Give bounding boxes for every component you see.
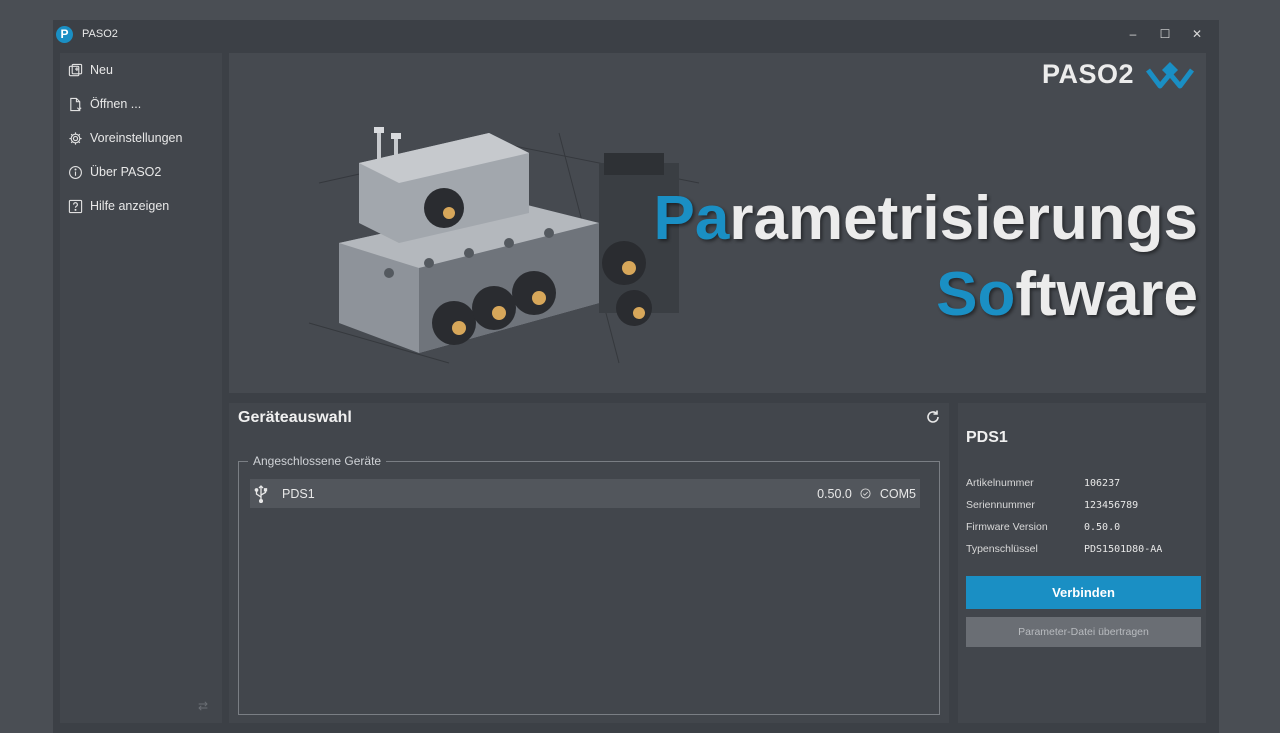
property-row: Seriennummer 123456789 — [966, 494, 1196, 516]
maximize-button[interactable]: ☐ — [1149, 20, 1181, 48]
sidebar-item-neu[interactable]: Neu — [60, 53, 222, 87]
brand-name: PASO2 — [1041, 59, 1134, 89]
brand-logo-icon — [1146, 61, 1194, 88]
device-detail-panel: PDS1 Artikelnummer 106237 Seriennummer 1… — [958, 403, 1206, 723]
property-value: 123456789 — [1084, 499, 1139, 511]
sidebar-item-voreinstellungen[interactable]: Voreinstellungen — [60, 121, 222, 155]
headline-rest-1: rametrisierungs — [729, 184, 1198, 253]
refresh-icon[interactable] — [925, 409, 941, 425]
window-controls: – ☐ ✕ — [1117, 20, 1213, 48]
toggle-sidebar-icon[interactable]: ⇄ — [198, 699, 208, 713]
headline-line-2: Software — [654, 257, 1198, 333]
group-label: Angeschlossene Geräte — [248, 454, 387, 468]
property-value: 106237 — [1084, 477, 1121, 489]
hero-banner: PASO2 Parametrisierungs Software — [229, 53, 1206, 393]
device-selection-panel: Geräteauswahl Angeschlossene Geräte PDS1… — [229, 403, 949, 723]
property-value: PDS1501D80-AA — [1084, 543, 1163, 555]
sidebar-item-hilfe[interactable]: Hilfe anzeigen — [60, 189, 222, 223]
new-file-icon — [68, 63, 83, 76]
property-row: Firmware Version 0.50.0 — [966, 516, 1196, 538]
sidebar-item-label: Neu — [90, 63, 113, 77]
property-row: Typenschlüssel PDS1501D80-AA — [966, 538, 1196, 560]
close-button[interactable]: ✕ — [1181, 20, 1213, 48]
connect-button[interactable]: Verbinden — [966, 576, 1201, 609]
gear-icon — [69, 131, 82, 145]
minimize-button[interactable]: – — [1117, 20, 1149, 48]
sidebar-item-label: Hilfe anzeigen — [90, 199, 170, 213]
help-icon — [68, 199, 83, 213]
sidebar-item-label: Über PASO2 — [90, 165, 162, 179]
headline-accent-1: Pa — [653, 184, 730, 253]
info-icon — [69, 165, 82, 179]
app-window: P PASO2 – ☐ ✕ Neu Öffnen ... Voreinstell… — [53, 20, 1219, 733]
property-label: Typenschlüssel — [966, 543, 1038, 555]
device-row[interactable]: PDS1 0.50.0 COM5 — [250, 479, 920, 508]
headline: Parametrisierungs Software — [654, 181, 1198, 333]
transfer-parameter-file-button: Parameter-Datei übertragen — [966, 617, 1201, 647]
brand: PASO2 — [1042, 59, 1194, 90]
property-label: Artikelnummer — [966, 477, 1034, 489]
usb-icon — [254, 484, 268, 503]
window-title: PASO2 — [82, 28, 118, 40]
check-circle-icon — [860, 488, 871, 499]
property-row: Artikelnummer 106237 — [966, 472, 1196, 494]
headline-rest-2: ftware — [1015, 260, 1198, 329]
connected-devices-group: Angeschlossene Geräte PDS1 0.50.0 COM5 — [238, 454, 940, 715]
sidebar-item-label: Öffnen ... — [90, 97, 142, 111]
property-value: 0.50.0 — [1084, 521, 1121, 533]
panel-title: Geräteauswahl — [238, 409, 352, 426]
device-properties: Artikelnummer 106237 Seriennummer 123456… — [966, 472, 1196, 560]
device-name: PDS1 — [282, 486, 315, 501]
sidebar-item-label: Voreinstellungen — [90, 131, 183, 145]
headline-accent-2: So — [936, 260, 1016, 329]
device-detail-title: PDS1 — [966, 429, 1008, 446]
app-logo-icon: P — [56, 25, 73, 43]
sidebar: Neu Öffnen ... Voreinstellungen Über PAS… — [60, 53, 222, 723]
device-port: COM5 — [879, 486, 916, 501]
property-label: Seriennummer — [966, 499, 1035, 511]
sidebar-item-ueber[interactable]: Über PASO2 — [60, 155, 222, 189]
device-version: 0.50.0 — [817, 486, 852, 501]
sidebar-item-oeffnen[interactable]: Öffnen ... — [60, 87, 222, 121]
open-file-icon — [70, 97, 82, 111]
property-label: Firmware Version — [966, 521, 1048, 533]
title-bar: P PASO2 – ☐ ✕ — [53, 20, 1219, 48]
headline-line-1: Parametrisierungs — [654, 181, 1198, 257]
